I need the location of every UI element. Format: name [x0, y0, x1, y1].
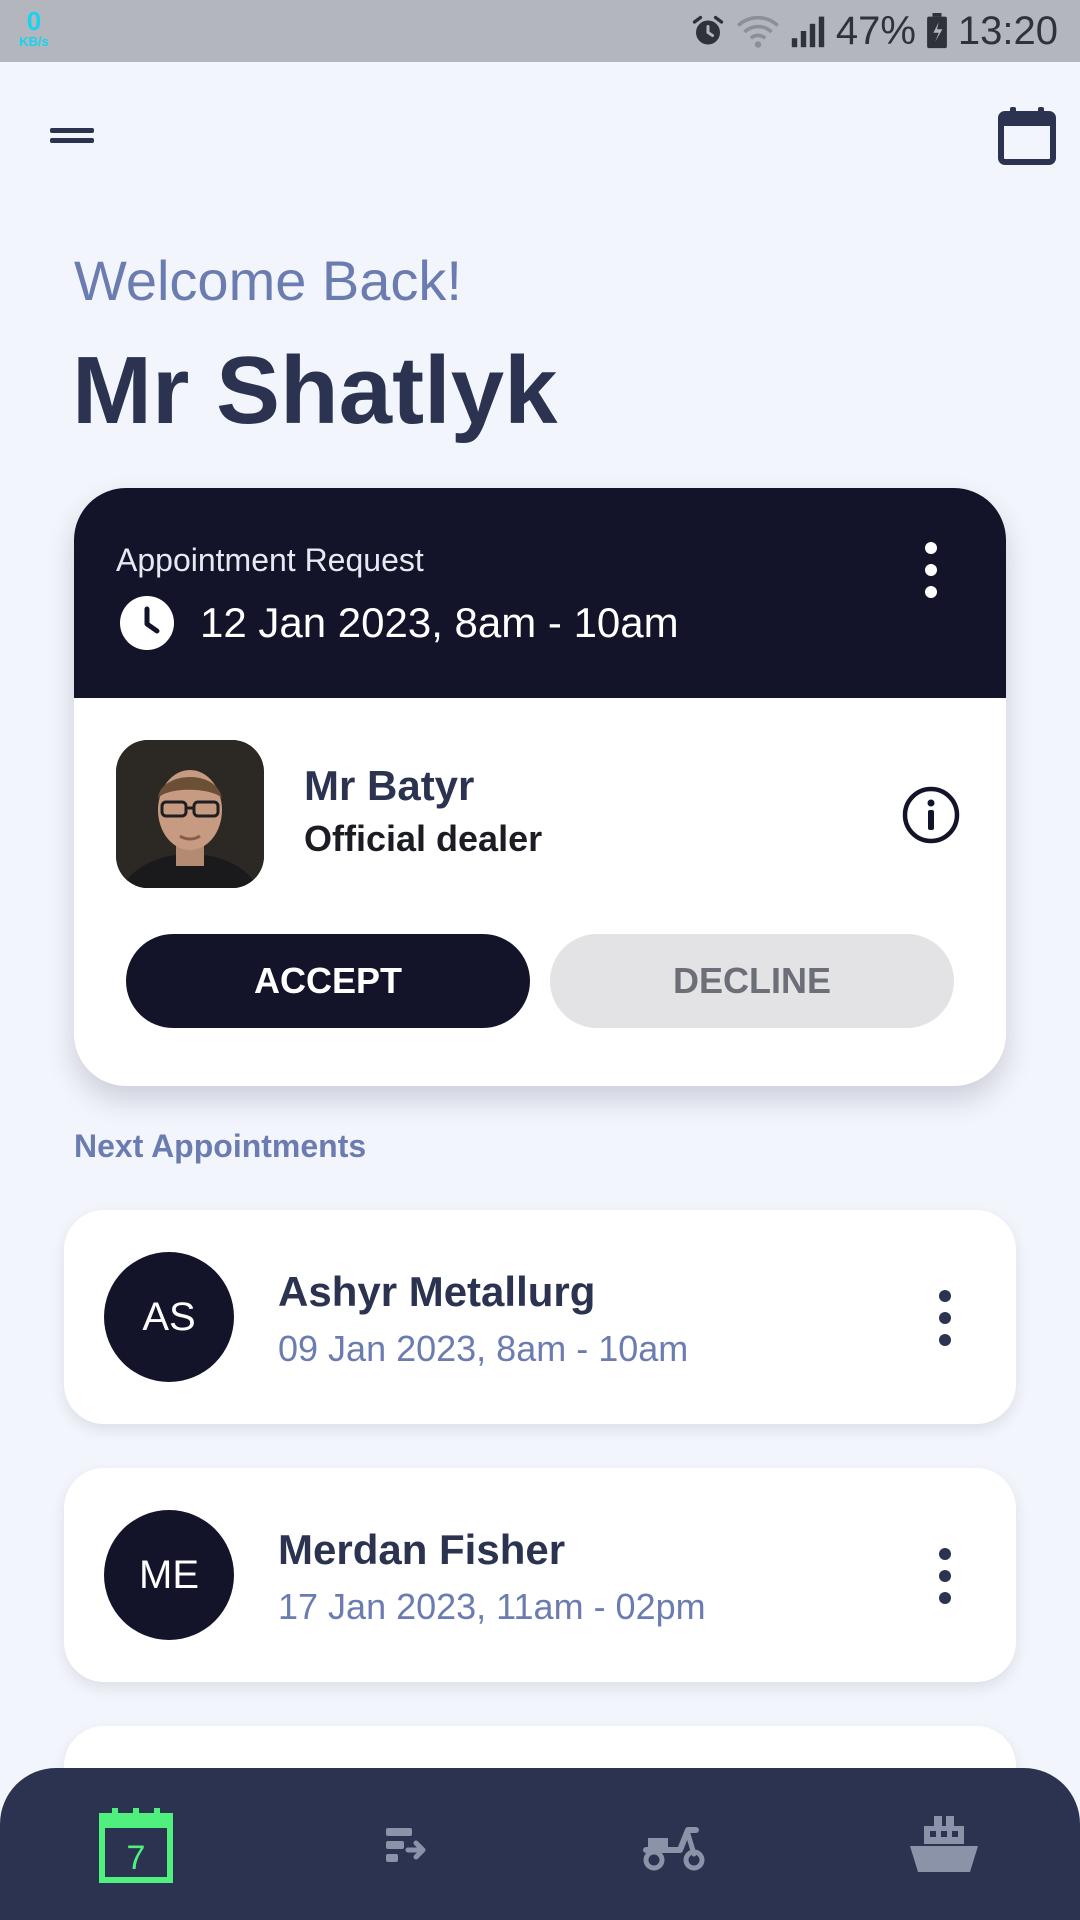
- dot: [939, 1290, 951, 1302]
- request-label: Appointment Request: [116, 542, 424, 578]
- appointment-time: 17 Jan 2023, 11am - 02pm: [278, 1586, 706, 1627]
- menu-icon[interactable]: [50, 124, 96, 148]
- dot: [925, 564, 937, 576]
- calendar-tab-day: 7: [127, 1839, 146, 1877]
- appointment-name: Merdan Fisher: [278, 1526, 566, 1573]
- clock-time: 13:20: [957, 8, 1058, 53]
- decline-button[interactable]: DECLINE: [550, 934, 954, 1028]
- network-speed-value: 0: [26, 6, 42, 36]
- request-time: 12 Jan 2023, 8am - 10am: [200, 599, 679, 646]
- dealer-name: Mr Batyr: [304, 762, 475, 809]
- appointment-more-icon[interactable]: [930, 1544, 960, 1608]
- network-speed-unit: KB/s: [19, 34, 49, 49]
- scooter-tab-icon[interactable]: [634, 1806, 714, 1886]
- appointment-more-icon[interactable]: [930, 1286, 960, 1350]
- appointment-request-card: Appointment Request 12 Jan 2023, 8am - 1…: [74, 488, 1006, 1086]
- dot: [939, 1312, 951, 1324]
- battery-percent: 47%: [835, 8, 916, 53]
- menu-icon-bar: [50, 128, 94, 133]
- next-appointments-title: Next Appointments: [74, 1128, 367, 1164]
- ship-tab-icon[interactable]: [904, 1806, 984, 1886]
- welcome-text: Welcome Back!: [74, 249, 462, 312]
- dot: [939, 1592, 951, 1604]
- appointment-card[interactable]: AS Ashyr Metallurg 09 Jan 2023, 8am - 10…: [64, 1210, 1016, 1424]
- dot: [925, 586, 937, 598]
- list-tab-icon[interactable]: [364, 1806, 444, 1886]
- calendar-icon[interactable]: [998, 106, 1056, 166]
- calendar-tab-icon[interactable]: 7: [96, 1806, 176, 1886]
- clock-icon: [120, 596, 174, 650]
- status-icons: 47% 13:20: [690, 0, 1058, 62]
- alarm-icon: [692, 15, 723, 45]
- status-bar: 0 KB/s 47% 13:20: [0, 0, 1080, 62]
- dealer-avatar: [116, 740, 264, 888]
- dot: [925, 542, 937, 554]
- network-speed: 0 KB/s: [14, 8, 54, 48]
- menu-icon-bar: [50, 138, 94, 143]
- appointment-card[interactable]: ME Merdan Fisher 17 Jan 2023, 11am - 02p…: [64, 1468, 1016, 1682]
- request-more-icon[interactable]: [916, 538, 946, 602]
- user-name: Mr Shatlyk: [72, 337, 558, 444]
- battery-icon: [926, 13, 947, 49]
- request-header: Appointment Request 12 Jan 2023, 8am - 1…: [74, 488, 1006, 698]
- dot: [939, 1334, 951, 1346]
- dot: [939, 1548, 951, 1560]
- accept-button[interactable]: ACCEPT: [126, 934, 530, 1028]
- dealer-photo: [116, 740, 264, 888]
- dealer-role: Official dealer: [304, 818, 543, 859]
- signal-icon: [791, 16, 825, 48]
- initials-avatar: ME: [104, 1510, 234, 1640]
- info-icon[interactable]: [902, 786, 960, 844]
- bottom-navigation: 7: [0, 1768, 1080, 1920]
- appointment-time: 09 Jan 2023, 8am - 10am: [278, 1328, 689, 1369]
- initials-avatar: AS: [104, 1252, 234, 1382]
- appointment-name: Ashyr Metallurg: [278, 1268, 596, 1315]
- wifi-icon: [736, 15, 779, 48]
- dot: [939, 1570, 951, 1582]
